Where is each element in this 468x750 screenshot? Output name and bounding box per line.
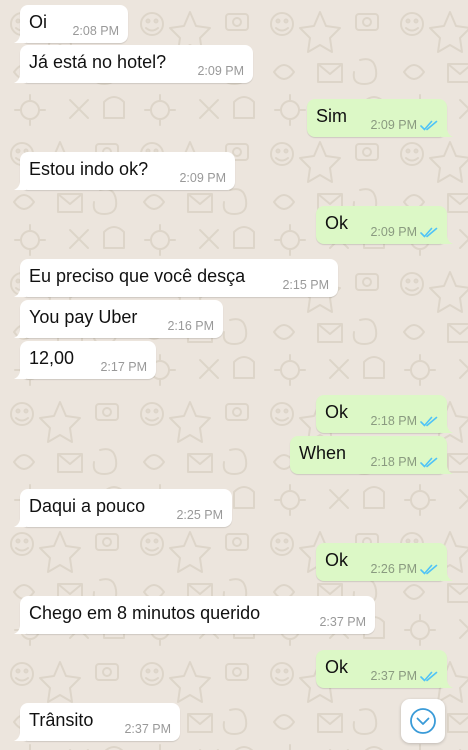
message-meta: 2:37 PM [319, 615, 366, 629]
message-meta: 2:15 PM [282, 278, 329, 292]
read-receipt-icon [420, 416, 438, 426]
incoming-message[interactable]: Já está no hotel? 2:09 PM [14, 45, 253, 83]
incoming-message[interactable]: Estou indo ok? 2:09 PM [14, 152, 235, 190]
message-text: When [299, 443, 347, 463]
outgoing-message[interactable]: Ok 2:18 PM [316, 395, 453, 433]
outgoing-message[interactable]: Ok 2:09 PM [316, 206, 453, 244]
incoming-message[interactable]: Trânsito 2:37 PM [14, 703, 180, 741]
bubble-tail [14, 285, 26, 297]
message-timestamp: 2:15 PM [282, 278, 329, 292]
bubble-tail [441, 676, 453, 688]
bubble-tail [441, 462, 453, 474]
message-timestamp: 2:25 PM [176, 508, 223, 522]
read-receipt-icon [420, 564, 438, 574]
message-meta: 2:08 PM [72, 24, 119, 38]
message-text: Estou indo ok? [29, 159, 149, 179]
message-timestamp: 2:09 PM [370, 118, 417, 132]
incoming-message[interactable]: 12,00 2:17 PM [14, 341, 156, 379]
message-meta: 2:37 PM [370, 669, 438, 683]
message-timestamp: 2:37 PM [124, 722, 171, 736]
incoming-message[interactable]: Chego em 8 minutos querido 2:37 PM [14, 596, 375, 634]
outgoing-message[interactable]: Ok 2:26 PM [316, 543, 453, 581]
message-text: Sim [316, 106, 347, 126]
message-timestamp: 2:17 PM [100, 360, 147, 374]
incoming-message[interactable]: You pay Uber 2:16 PM [14, 300, 223, 338]
message-timestamp: 2:18 PM [370, 455, 417, 469]
outgoing-message[interactable]: Ok 2:37 PM [316, 650, 453, 688]
message-text: Ok [325, 550, 349, 570]
read-receipt-icon [420, 120, 438, 130]
message-text: 12,00 [29, 348, 75, 368]
message-meta: 2:09 PM [179, 171, 226, 185]
message-list[interactable]: Oi 2:08 PM Já está no hotel? 2:09 PM Sim 2:09… [0, 0, 468, 750]
message-text: Já está no hotel? [29, 52, 167, 72]
message-timestamp: 2:08 PM [72, 24, 119, 38]
message-meta: 2:18 PM [370, 414, 438, 428]
message-meta: 2:09 PM [370, 118, 438, 132]
bubble-tail [14, 326, 26, 338]
message-timestamp: 2:09 PM [197, 64, 244, 78]
message-meta: 2:16 PM [167, 319, 214, 333]
chevron-down-icon [410, 708, 436, 734]
message-meta: 2:37 PM [124, 722, 171, 736]
read-receipt-icon [420, 671, 438, 681]
message-text: Daqui a pouco [29, 496, 146, 516]
incoming-message[interactable]: Daqui a pouco 2:25 PM [14, 489, 232, 527]
bubble-tail [14, 31, 26, 43]
outgoing-message[interactable]: Sim 2:09 PM [307, 99, 453, 137]
message-text: Chego em 8 minutos querido [29, 603, 261, 623]
message-text: Eu preciso que você desça [29, 266, 246, 286]
message-meta: 2:09 PM [370, 225, 438, 239]
outgoing-message[interactable]: When 2:18 PM [290, 436, 453, 474]
message-meta: 2:25 PM [176, 508, 223, 522]
bubble-tail [14, 515, 26, 527]
message-meta: 2:18 PM [370, 455, 438, 469]
message-timestamp: 2:09 PM [179, 171, 226, 185]
message-text: Ok [325, 213, 349, 233]
message-text: Ok [325, 402, 349, 422]
bubble-tail [441, 421, 453, 433]
read-receipt-icon [420, 227, 438, 237]
bubble-tail [14, 622, 26, 634]
message-timestamp: 2:26 PM [370, 562, 417, 576]
bubble-tail [14, 367, 26, 379]
message-meta: 2:26 PM [370, 562, 438, 576]
message-timestamp: 2:37 PM [319, 615, 366, 629]
read-receipt-icon [420, 457, 438, 467]
bubble-tail [14, 71, 26, 83]
incoming-message[interactable]: Eu preciso que você desça 2:15 PM [14, 259, 338, 297]
bubble-tail [441, 125, 453, 137]
incoming-message[interactable]: Oi 2:08 PM [14, 5, 128, 43]
message-text: Ok [325, 657, 349, 677]
bubble-tail [441, 569, 453, 581]
bubble-tail [441, 232, 453, 244]
scroll-to-bottom-button[interactable] [401, 699, 445, 743]
message-text: Trânsito [29, 710, 94, 730]
message-timestamp: 2:18 PM [370, 414, 417, 428]
message-text: You pay Uber [29, 307, 138, 327]
bubble-tail [14, 178, 26, 190]
message-timestamp: 2:16 PM [167, 319, 214, 333]
bubble-tail [14, 729, 26, 741]
message-meta: 2:09 PM [197, 64, 244, 78]
message-timestamp: 2:09 PM [370, 225, 417, 239]
message-text: Oi [29, 12, 47, 32]
message-timestamp: 2:37 PM [370, 669, 417, 683]
message-meta: 2:17 PM [100, 360, 147, 374]
